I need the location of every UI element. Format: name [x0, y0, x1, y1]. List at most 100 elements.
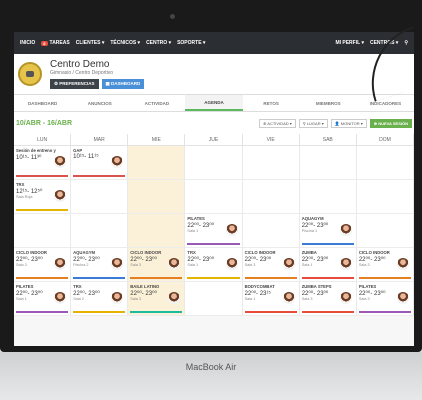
instructor-avatar [282, 292, 295, 304]
calendar-cell[interactable] [242, 214, 300, 248]
laptop-base [0, 352, 422, 400]
event-color-bar [73, 277, 126, 279]
nav-tecnicos[interactable]: TÉCNICOS ▾ [110, 40, 140, 46]
calendar-cell[interactable] [128, 214, 186, 248]
new-session-button[interactable]: ⊕ NUEVA SESIÓN [369, 118, 412, 128]
event-color-bar [301, 311, 354, 313]
event-title: CICLO INDOOR [130, 250, 162, 255]
calendar-event[interactable]: Sesión de entreno y 10¹⁵- 11³⁰ [14, 146, 72, 180]
tab-retos[interactable]: RETOS [243, 95, 300, 111]
calendar-event[interactable]: ZUMBA 22⁰⁰- 23⁰⁰ Sala 1 [299, 248, 357, 282]
calendar-cell[interactable] [185, 282, 243, 316]
nav-centro[interactable]: CENTRO ▾ [146, 40, 171, 46]
event-title: TRX [16, 182, 25, 187]
calendar-event[interactable]: GAP 10¹⁵- 11¹⁵ [71, 146, 129, 180]
nav-tareas-label: TAREAS [49, 40, 70, 46]
date-range: 10/ABR - 16/ABR [16, 119, 73, 127]
laptop-brand: MacBook Air [185, 362, 237, 372]
calendar-event[interactable]: CICLO INDOOR 22⁰⁰- 23⁰⁰ Sala 3 [356, 248, 414, 282]
instructor-avatar [225, 224, 238, 236]
instructor-avatar [168, 258, 181, 270]
preferences-button[interactable]: ⚙ PREFERENCIAS [50, 79, 99, 89]
event-color-bar [244, 311, 297, 313]
tab-anuncios[interactable]: ANUNCIOS [71, 95, 128, 111]
instructor-avatar [111, 156, 124, 168]
laptop-frame: INICIO 8 TAREAS CLIENTES ▾ TÉCNICOS ▾ CE… [0, 0, 422, 400]
nav-inicio[interactable]: INICIO [20, 40, 35, 46]
event-color-bar [187, 243, 240, 245]
calendar-cell[interactable] [356, 146, 414, 180]
instructor-avatar [225, 258, 238, 270]
calendar-event[interactable]: ZUMBA STEPS 22⁰⁰- 23⁰⁰ Sala 3 [299, 282, 357, 316]
dashboard-button[interactable]: ▦ DASHBOARD [101, 79, 145, 89]
calendar-cell[interactable] [242, 180, 300, 214]
calendar-cell[interactable] [128, 146, 186, 180]
day-header: VIE [242, 134, 300, 146]
calendar-cell[interactable] [299, 146, 357, 180]
instructor-avatar [54, 258, 67, 270]
day-header: SAB [299, 134, 357, 146]
event-title: CICLO INDOOR [16, 250, 47, 255]
event-title: BAILE LATINO [130, 284, 160, 289]
instructor-avatar [168, 292, 181, 304]
tab-actividad[interactable]: ACTIVIDAD [128, 95, 185, 111]
calendar-cell[interactable] [356, 214, 414, 248]
event-title: TRX [187, 250, 196, 255]
place-filter[interactable]: ⚲ LUGAR ▾ [298, 118, 328, 128]
tab-dashboard[interactable]: DASHBOARD [14, 95, 71, 111]
nav-mi-perfil[interactable]: MI PERFIL ▾ [335, 40, 364, 46]
calendar-event[interactable]: TRX 22⁰⁰- 23⁰⁰ Sala 1 [185, 248, 243, 282]
calendar-cell[interactable] [71, 214, 129, 248]
day-header: JUE [185, 134, 243, 146]
calendar-cell[interactable] [242, 146, 300, 180]
instructor-avatar [396, 292, 409, 304]
camera-icon [170, 14, 175, 19]
header-buttons: ⚙ PREFERENCIAS ▦ DASHBOARD [50, 79, 145, 89]
calendar-event[interactable]: CICLO INDOOR 22⁰⁰- 23⁰⁰ Sala 3 [242, 248, 300, 282]
calendar-cell[interactable] [14, 214, 72, 248]
calendar-event[interactable]: AQUAGYM 22⁰⁰- 23⁰⁰ Piscina 2 [71, 248, 129, 282]
nav-tareas[interactable]: 8 TAREAS [41, 40, 70, 46]
center-title: Centro Demo [50, 59, 110, 70]
calendar-cell[interactable] [71, 180, 129, 214]
tab-miembros[interactable]: MIEMBROS [300, 95, 357, 111]
activity-filter[interactable]: ⊕ ACTIVIDAD ▾ [259, 118, 296, 128]
calendar-cell[interactable] [185, 146, 243, 180]
calendar-event[interactable]: PILATES 22⁰⁰- 23⁰⁰ Sala 1 [14, 282, 72, 316]
event-color-bar [16, 277, 69, 279]
calendar-cell[interactable] [356, 180, 414, 214]
event-color-bar [301, 243, 354, 245]
calendar-event[interactable]: AQUAGYM 22⁰⁰- 23⁰⁰ Piscina 1 [299, 214, 357, 248]
calendar-event[interactable]: BODYCOMBAT 22⁰⁰- 23¹⁵ Sala 1 [242, 282, 300, 316]
calendar-event[interactable]: CICLO INDOOR 22⁰⁰- 23⁰⁰ Sala 3 [128, 248, 186, 282]
calendar-event[interactable]: TRX 12¹⁵- 12⁵⁰ Sala Roja [14, 180, 72, 214]
nav-soporte[interactable]: SOPORTE ▾ [177, 40, 205, 46]
agenda-filters: ⊕ ACTIVIDAD ▾ ⚲ LUGAR ▾ 👤 MONITOR ▾ ⊕ NU… [259, 118, 412, 128]
calendar-event[interactable]: TRX 22⁰⁰- 23⁰⁰ Sala 2 [71, 282, 129, 316]
calendar-cell[interactable] [185, 180, 243, 214]
event-color-bar [16, 311, 69, 313]
event-color-bar [130, 277, 183, 279]
center-info: Centro Demo Gimnasio / Centro Deportivo … [50, 59, 145, 89]
calendar-event[interactable]: PILATES 22⁰⁰- 23⁰⁰ Sala 1 [185, 214, 243, 248]
instructor-avatar [282, 258, 295, 270]
tasks-badge: 8 [41, 40, 48, 46]
event-color-bar [130, 311, 183, 313]
event-title: CICLO INDOOR [358, 250, 390, 255]
calendar-event[interactable]: CICLO INDOOR 22⁰⁰- 23⁰⁰ Sala 3 [14, 248, 72, 282]
nav-clientes[interactable]: CLIENTES ▾ [76, 40, 105, 46]
event-title: CICLO INDOOR [244, 250, 276, 255]
instructor-avatar [54, 190, 67, 202]
instructor-avatar [339, 224, 352, 236]
calendar-cell[interactable] [128, 180, 186, 214]
calendar-cell[interactable] [299, 180, 357, 214]
event-title: PILATES [16, 284, 34, 289]
event-title: AQUAGYM [73, 250, 96, 255]
tab-agenda[interactable]: AGENDA [185, 95, 243, 111]
monitor-filter[interactable]: 👤 MONITOR ▾ [330, 118, 367, 128]
calendar-event[interactable]: PILATES 22⁰⁰- 23⁰⁰ Sala 3 [356, 282, 414, 316]
instructor-avatar [339, 258, 352, 270]
section-tabs: DASHBOARD ANUNCIOS ACTIVIDAD AGENDA RETO… [14, 94, 414, 112]
center-logo [18, 62, 42, 86]
calendar-event[interactable]: BAILE LATINO 22⁰⁰- 23⁰⁰ Sala 3 [128, 282, 186, 316]
